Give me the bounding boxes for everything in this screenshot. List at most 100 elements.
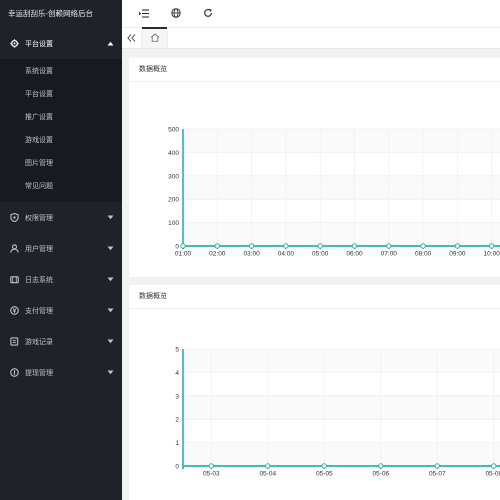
menu-group-platform: 平台设置 系统设置 平台设置 推广设置 游戏设置 图片管理 常见问题 bbox=[0, 28, 122, 202]
caret-down-icon bbox=[106, 245, 114, 253]
website-button[interactable] bbox=[160, 0, 192, 28]
data-point bbox=[283, 243, 289, 249]
grid-band bbox=[183, 175, 500, 200]
x-tick-label: 05-08 bbox=[485, 471, 500, 478]
data-point bbox=[491, 463, 497, 469]
withdraw-icon bbox=[10, 368, 19, 377]
submenu-item-platform-settings[interactable]: 平台设置 bbox=[0, 83, 122, 106]
x-tick-label: 01:00 bbox=[175, 251, 192, 258]
x-tick-label: 08:00 bbox=[415, 251, 432, 258]
caret-down-icon bbox=[106, 276, 114, 284]
menu-game-records[interactable]: 游戏记录 bbox=[0, 326, 122, 357]
refresh-button[interactable] bbox=[192, 0, 224, 28]
grid-band bbox=[183, 129, 500, 153]
x-tick-label: 03:00 bbox=[243, 251, 260, 258]
y-tick-label: 0 bbox=[175, 464, 179, 471]
menu-group-payment: 支付管理 bbox=[0, 295, 122, 326]
caret-down-icon bbox=[106, 338, 114, 346]
submenu-item-promotion-settings[interactable]: 推广设置 bbox=[0, 106, 122, 129]
menu-toggle-icon bbox=[139, 5, 149, 23]
caret-up-icon bbox=[106, 40, 114, 48]
menu-label: 平台设置 bbox=[25, 40, 53, 48]
x-tick-label: 05-03 bbox=[203, 471, 220, 478]
menu-toggle-button[interactable] bbox=[128, 0, 160, 28]
x-tick-label: 10:00 bbox=[484, 251, 500, 258]
menu-label: 日志系统 bbox=[25, 276, 53, 284]
globe-icon bbox=[171, 5, 181, 23]
page-tabs-bar bbox=[122, 27, 500, 49]
chart-hourly: 0 100 200 300 400 500 01:00 02:00 03:00 04:00 05:0… bbox=[168, 127, 500, 258]
y-tick-label: 200 bbox=[168, 197, 179, 204]
data-point bbox=[248, 243, 255, 249]
menu-payment[interactable]: 支付管理 bbox=[0, 295, 122, 326]
double-chevron-left-icon bbox=[127, 29, 136, 47]
grid-band bbox=[183, 395, 500, 420]
menu-platform-settings[interactable]: 平台设置 bbox=[0, 28, 122, 59]
y-tick-label: 4 bbox=[175, 370, 179, 377]
menu-withdraw[interactable]: 提现管理 bbox=[0, 357, 122, 388]
tabs-scroll-left-button[interactable] bbox=[122, 28, 142, 48]
menu-group-withdraw: 提现管理 bbox=[0, 357, 122, 388]
chart-card-hourly: 数据概览 0 100 200 300 400 500 01:00 02:00 03:00 04:0… bbox=[129, 58, 500, 277]
submenu-item-system-settings[interactable]: 系统设置 bbox=[0, 60, 122, 83]
submenu-item-image-management[interactable]: 图片管理 bbox=[0, 152, 122, 175]
caret-down-icon bbox=[106, 214, 114, 222]
x-tick-label: 06:00 bbox=[346, 251, 363, 258]
submenu-item-game-settings[interactable]: 游戏设置 bbox=[0, 129, 122, 152]
menu-label: 支付管理 bbox=[25, 307, 53, 315]
submenu-platform: 系统设置 平台设置 推广设置 游戏设置 图片管理 常见问题 bbox=[0, 59, 122, 202]
caret-down-icon bbox=[106, 369, 114, 377]
menu-group-logs: 日志系统 bbox=[0, 264, 122, 295]
submenu-item-faq[interactable]: 常见问题 bbox=[0, 175, 122, 198]
y-tick-label: 5 bbox=[175, 347, 179, 354]
data-point bbox=[214, 243, 221, 249]
menu-group-game-records: 游戏记录 bbox=[0, 326, 122, 357]
y-tick-label: 100 bbox=[168, 220, 179, 227]
data-point bbox=[489, 243, 495, 249]
menu-label: 提现管理 bbox=[25, 369, 53, 377]
x-tick-label: 07:00 bbox=[381, 251, 398, 258]
grid-band bbox=[183, 442, 500, 466]
y-tick-label: 300 bbox=[168, 173, 179, 180]
x-tick-label: 09:00 bbox=[449, 251, 466, 258]
data-point bbox=[351, 243, 358, 249]
menu-permissions[interactable]: 权限管理 bbox=[0, 202, 122, 233]
data-point bbox=[317, 243, 323, 249]
x-tick-label: 05-04 bbox=[259, 471, 276, 478]
grid-band bbox=[183, 222, 500, 246]
data-point bbox=[265, 463, 271, 469]
data-point bbox=[454, 243, 461, 249]
user-icon bbox=[10, 244, 19, 253]
data-point bbox=[378, 463, 384, 469]
x-tick-label: 05-05 bbox=[316, 471, 333, 478]
caret-down-icon bbox=[106, 307, 114, 315]
y-tick-label: 400 bbox=[168, 150, 179, 157]
menu-label: 用户管理 bbox=[25, 245, 53, 253]
menu-label: 游戏记录 bbox=[25, 338, 53, 346]
sidebar: 幸运刮刮乐-创赖网络后台 平台设置 系统设置 平台设置 推广设置 游戏设置 图片… bbox=[0, 0, 122, 500]
log-icon bbox=[10, 275, 19, 284]
home-icon bbox=[150, 29, 160, 47]
x-tick-label: 05:00 bbox=[312, 251, 329, 258]
record-icon bbox=[10, 337, 19, 346]
tab-home[interactable] bbox=[142, 27, 168, 48]
main-content: 数据概览 0 100 200 300 400 500 01:00 02:00 03:00 04:0… bbox=[122, 49, 500, 500]
menu-label: 权限管理 bbox=[25, 214, 53, 222]
y-tick-label: 3 bbox=[175, 393, 179, 400]
data-point bbox=[208, 463, 214, 469]
grid-band bbox=[183, 349, 500, 373]
refresh-icon bbox=[203, 5, 213, 23]
gear-icon bbox=[10, 39, 19, 48]
top-header bbox=[122, 0, 500, 28]
chart-card-title: 数据概览 bbox=[129, 285, 500, 309]
data-point bbox=[386, 243, 392, 249]
payment-icon bbox=[10, 306, 19, 315]
x-tick-label: 05-07 bbox=[429, 471, 446, 478]
y-tick-label: 1 bbox=[175, 440, 179, 447]
chart-card-title: 数据概览 bbox=[129, 58, 500, 82]
chart-daily: 0 1 2 3 4 5 05-03 05-04 05-05 05-06 05-07 05-08 bbox=[175, 347, 500, 478]
data-point bbox=[321, 463, 327, 469]
menu-group-permissions: 权限管理 bbox=[0, 202, 122, 233]
menu-users[interactable]: 用户管理 bbox=[0, 233, 122, 264]
menu-logs[interactable]: 日志系统 bbox=[0, 264, 122, 295]
